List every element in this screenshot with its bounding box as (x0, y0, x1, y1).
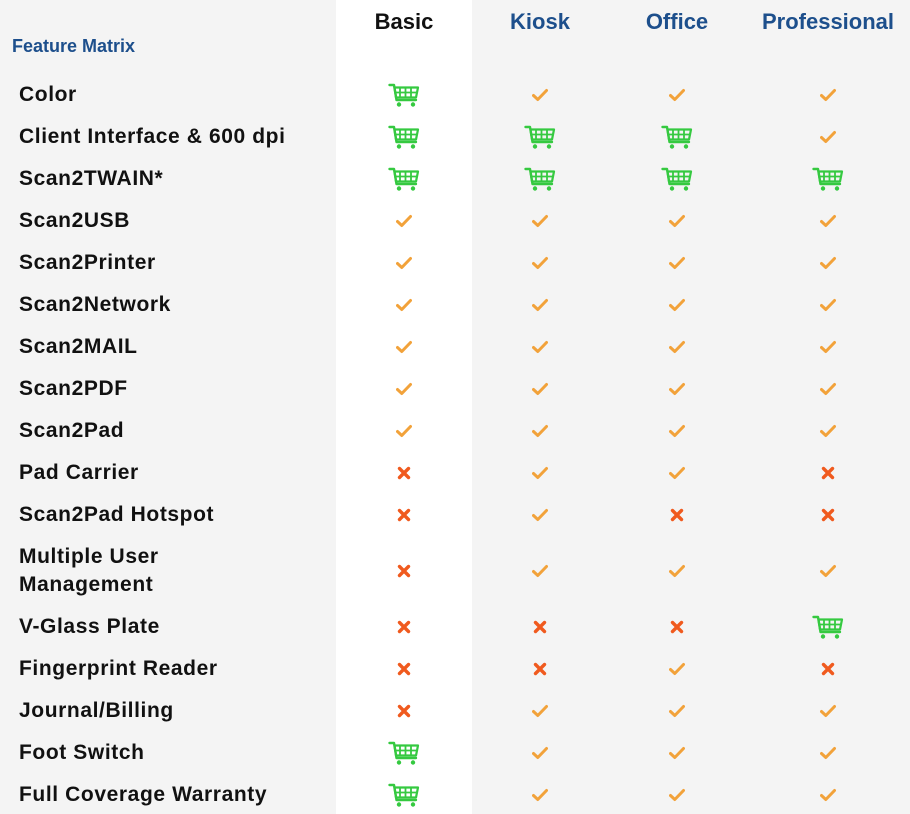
check-icon (808, 416, 848, 446)
feature-label: Scan2Printer (19, 251, 156, 274)
check-icon (384, 332, 424, 362)
cart-icon[interactable] (384, 122, 424, 152)
cross-icon (808, 654, 848, 684)
check-icon (520, 780, 560, 810)
feature-label: Scan2Pad (19, 419, 125, 442)
feature-label: Fingerprint Reader (19, 657, 218, 680)
check-icon (520, 500, 560, 530)
check-icon (520, 290, 560, 320)
check-icon (384, 206, 424, 236)
feature-label: Scan2Network (19, 293, 171, 316)
column-header-office: Office (645, 9, 709, 34)
check-icon (520, 332, 560, 362)
check-icon (808, 374, 848, 404)
check-icon (808, 780, 848, 810)
check-icon (657, 80, 697, 110)
feature-label: Journal/Billing (19, 699, 174, 722)
cross-icon (808, 500, 848, 530)
cross-icon (384, 500, 424, 530)
feature-label: Scan2TWAIN* (19, 167, 164, 190)
check-icon (657, 654, 697, 684)
check-icon (657, 696, 697, 726)
cart-icon[interactable] (808, 164, 848, 194)
cross-icon (384, 654, 424, 684)
feature-label: Scan2MAIL (19, 335, 138, 358)
check-icon (808, 696, 848, 726)
matrix-title: Feature Matrix (12, 36, 136, 56)
check-icon (520, 80, 560, 110)
cross-icon (657, 500, 697, 530)
cross-icon (808, 458, 848, 488)
check-icon (657, 738, 697, 768)
check-icon (808, 332, 848, 362)
cart-icon[interactable] (384, 164, 424, 194)
feature-label: Scan2USB (19, 209, 131, 232)
check-icon (657, 248, 697, 278)
check-icon (520, 248, 560, 278)
feature-label: Scan2Pad Hotspot (19, 503, 215, 526)
check-icon (384, 290, 424, 320)
cross-icon (520, 612, 560, 642)
check-icon (808, 206, 848, 236)
check-icon (657, 416, 697, 446)
check-icon (384, 374, 424, 404)
check-icon (520, 458, 560, 488)
check-icon (808, 556, 848, 586)
check-icon (657, 780, 697, 810)
cart-icon[interactable] (384, 780, 424, 810)
cart-icon[interactable] (657, 164, 697, 194)
feature-label: Pad Carrier (19, 461, 139, 484)
check-icon (657, 290, 697, 320)
check-icon (808, 122, 848, 152)
check-icon (808, 248, 848, 278)
cross-icon (384, 612, 424, 642)
column-header-kiosk: Kiosk (510, 9, 570, 34)
check-icon (657, 332, 697, 362)
cart-icon[interactable] (808, 612, 848, 642)
check-icon (808, 290, 848, 320)
cart-icon[interactable] (520, 122, 560, 152)
check-icon (657, 458, 697, 488)
cart-icon[interactable] (384, 80, 424, 110)
check-icon (520, 556, 560, 586)
feature-label: Scan2PDF (19, 377, 128, 400)
feature-label: Color (19, 83, 77, 106)
check-icon (808, 738, 848, 768)
feature-label: V-Glass Plate (19, 615, 160, 638)
feature-label: Full Coverage Warranty (19, 783, 268, 806)
feature-label: Client Interface & 600 dpi (19, 125, 286, 148)
cross-icon (384, 696, 424, 726)
feature-label: Multiple User Management (19, 545, 159, 596)
cart-icon[interactable] (384, 738, 424, 768)
check-icon (657, 206, 697, 236)
check-icon (808, 80, 848, 110)
cross-icon (657, 612, 697, 642)
check-icon (384, 248, 424, 278)
check-icon (520, 696, 560, 726)
check-icon (520, 206, 560, 236)
check-icon (520, 416, 560, 446)
check-icon (657, 556, 697, 586)
feature-label: Foot Switch (19, 741, 145, 764)
cart-icon[interactable] (520, 164, 560, 194)
cross-icon (520, 654, 560, 684)
column-header-professional: Professional (761, 9, 895, 34)
cross-icon (384, 556, 424, 586)
check-icon (520, 374, 560, 404)
check-icon (657, 374, 697, 404)
check-icon (520, 738, 560, 768)
cart-icon[interactable] (657, 122, 697, 152)
cross-icon (384, 458, 424, 488)
check-icon (384, 416, 424, 446)
